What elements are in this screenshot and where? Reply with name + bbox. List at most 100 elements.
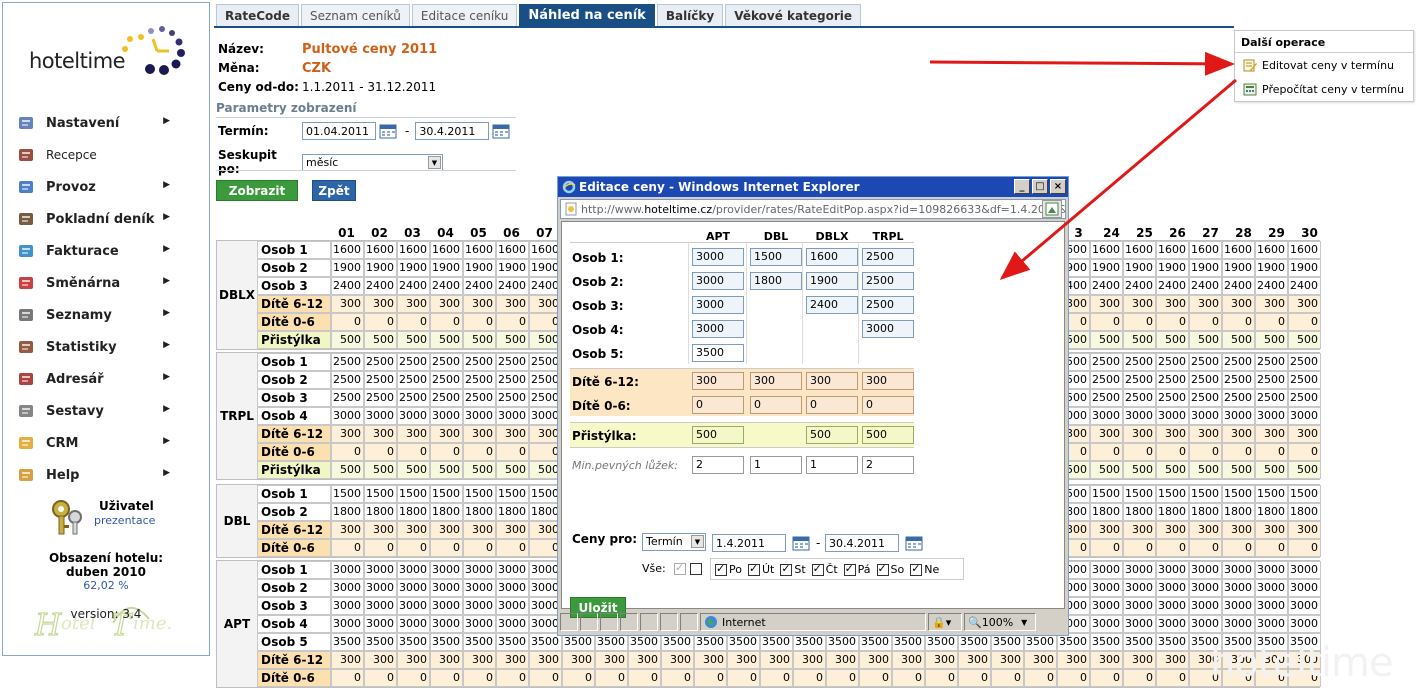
price-cell[interactable]: 300 xyxy=(364,651,397,669)
price-cell[interactable]: 0 xyxy=(1255,539,1288,557)
checkbox-checked-icon[interactable] xyxy=(843,562,856,576)
price-input[interactable]: 300 xyxy=(750,372,802,390)
price-cell[interactable]: 2500 xyxy=(1255,371,1288,389)
price-cell[interactable]: 3000 xyxy=(397,561,430,579)
price-cell[interactable]: 1900 xyxy=(496,259,529,277)
price-cell[interactable]: 3000 xyxy=(1189,561,1222,579)
price-input[interactable]: 3000 xyxy=(692,320,744,338)
price-cell[interactable]: 500 xyxy=(331,461,364,479)
price-cell[interactable]: 3000 xyxy=(463,561,496,579)
price-cell[interactable]: 1900 xyxy=(1156,259,1189,277)
maximize-icon[interactable]: □ xyxy=(1032,179,1048,194)
weekday-checkbox-4[interactable]: Pá xyxy=(843,562,871,576)
price-cell[interactable]: 1800 xyxy=(364,503,397,521)
price-cell[interactable]: 3000 xyxy=(1222,615,1255,633)
price-cell[interactable]: 3000 xyxy=(364,407,397,425)
weekday-checkbox-2[interactable]: St xyxy=(780,562,806,576)
price-cell[interactable]: 0 xyxy=(364,313,397,331)
sidebar-item-3[interactable]: Pokladní deník ▶ xyxy=(17,203,203,235)
group-select[interactable]: měsíc ▼ xyxy=(302,153,443,171)
price-cell[interactable]: 1600 xyxy=(1255,241,1288,259)
price-cell[interactable]: 3000 xyxy=(1189,615,1222,633)
price-cell[interactable]: 1500 xyxy=(1189,485,1222,503)
price-cell[interactable]: 300 xyxy=(364,425,397,443)
price-cell[interactable]: 3000 xyxy=(1255,579,1288,597)
price-cell[interactable]: 300 xyxy=(694,651,727,669)
price-cell[interactable]: 1600 xyxy=(1222,241,1255,259)
price-cell[interactable]: 2400 xyxy=(331,277,364,295)
price-cell[interactable]: 2500 xyxy=(496,371,529,389)
price-cell[interactable]: 300 xyxy=(628,651,661,669)
price-cell[interactable]: 1600 xyxy=(364,241,397,259)
price-cell[interactable]: 3000 xyxy=(364,561,397,579)
price-cell[interactable]: 1500 xyxy=(364,485,397,503)
price-cell[interactable]: 1900 xyxy=(1123,259,1156,277)
price-cell[interactable]: 0 xyxy=(958,669,991,687)
price-cell[interactable]: 2500 xyxy=(1156,353,1189,371)
price-cell[interactable]: 0 xyxy=(1090,539,1123,557)
price-input[interactable]: 2500 xyxy=(862,248,914,266)
price-cell[interactable]: 0 xyxy=(628,669,661,687)
price-cell[interactable]: 500 xyxy=(331,331,364,349)
price-cell[interactable]: 1900 xyxy=(1288,259,1321,277)
price-cell[interactable]: 1800 xyxy=(1255,503,1288,521)
price-cell[interactable]: 500 xyxy=(1123,461,1156,479)
price-cell[interactable]: 300 xyxy=(430,425,463,443)
price-cell[interactable]: 3000 xyxy=(364,579,397,597)
price-cell[interactable]: 300 xyxy=(1090,651,1123,669)
price-cell[interactable]: 0 xyxy=(925,669,958,687)
sidebar-item-7[interactable]: Statistiky ▶ xyxy=(17,331,203,363)
price-cell[interactable]: 300 xyxy=(826,651,859,669)
price-cell[interactable]: 1800 xyxy=(1123,503,1156,521)
price-cell[interactable]: 2400 xyxy=(397,277,430,295)
price-cell[interactable]: 3000 xyxy=(364,597,397,615)
checkbox-checked-icon[interactable] xyxy=(715,562,727,576)
price-cell[interactable]: 3500 xyxy=(1156,633,1189,651)
price-cell[interactable]: 300 xyxy=(892,651,925,669)
price-cell[interactable]: 2500 xyxy=(430,389,463,407)
price-cell[interactable]: 3000 xyxy=(1255,561,1288,579)
calendar-icon[interactable] xyxy=(905,535,923,551)
price-cell[interactable]: 3500 xyxy=(397,633,430,651)
price-cell[interactable]: 1800 xyxy=(1090,503,1123,521)
weekday-checkbox-3[interactable]: Čt xyxy=(811,562,838,576)
price-cell[interactable]: 300 xyxy=(1288,295,1321,313)
price-cell[interactable]: 2500 xyxy=(1222,389,1255,407)
price-cell[interactable]: 0 xyxy=(859,669,892,687)
price-cell[interactable]: 300 xyxy=(1123,425,1156,443)
price-cell[interactable]: 0 xyxy=(1189,539,1222,557)
price-cell[interactable]: 300 xyxy=(958,651,991,669)
price-cell[interactable]: 2500 xyxy=(1123,353,1156,371)
calendar-icon[interactable] xyxy=(492,123,510,139)
price-cell[interactable]: 300 xyxy=(1288,521,1321,539)
price-cell[interactable]: 0 xyxy=(1222,539,1255,557)
price-cell[interactable]: 2500 xyxy=(463,389,496,407)
price-cell[interactable]: 500 xyxy=(496,461,529,479)
price-cell[interactable]: 3500 xyxy=(331,633,364,651)
sidebar-item-1[interactable]: Recepce xyxy=(17,139,203,171)
price-cell[interactable]: 500 xyxy=(397,461,430,479)
price-cell[interactable]: 0 xyxy=(397,669,430,687)
price-input[interactable]: 3000 xyxy=(692,272,744,290)
price-cell[interactable]: 300 xyxy=(859,651,892,669)
price-cell[interactable]: 300 xyxy=(1156,651,1189,669)
price-cell[interactable]: 2400 xyxy=(463,277,496,295)
price-cell[interactable]: 0 xyxy=(1024,669,1057,687)
price-cell[interactable]: 3000 xyxy=(430,561,463,579)
price-cell[interactable]: 0 xyxy=(1189,313,1222,331)
price-cell[interactable]: 2400 xyxy=(364,277,397,295)
price-cell[interactable]: 0 xyxy=(1222,313,1255,331)
price-cell[interactable]: 3000 xyxy=(1288,561,1321,579)
price-cell[interactable]: 0 xyxy=(529,669,562,687)
price-cell[interactable]: 300 xyxy=(331,295,364,313)
price-cell[interactable]: 300 xyxy=(430,295,463,313)
price-cell[interactable]: 0 xyxy=(1189,443,1222,461)
price-cell[interactable]: 300 xyxy=(463,521,496,539)
price-cell[interactable]: 300 xyxy=(1123,521,1156,539)
price-cell[interactable]: 300 xyxy=(1057,651,1090,669)
price-cell[interactable]: 0 xyxy=(496,443,529,461)
price-cell[interactable]: 1800 xyxy=(430,503,463,521)
price-cell[interactable]: 1500 xyxy=(1156,485,1189,503)
price-cell[interactable]: 0 xyxy=(397,443,430,461)
sidebar-item-8[interactable]: Adresář ▶ xyxy=(17,363,203,395)
